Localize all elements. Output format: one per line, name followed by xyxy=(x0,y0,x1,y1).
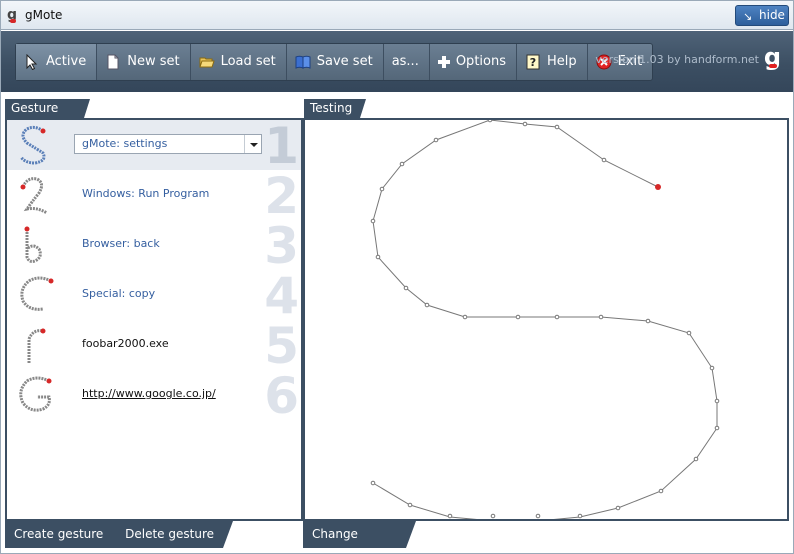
new-set-label: New set xyxy=(127,54,180,69)
trace-point xyxy=(515,314,521,320)
gesture-trace xyxy=(370,117,720,522)
plus-icon xyxy=(437,54,450,70)
trace-point xyxy=(424,302,430,308)
gesture-label: Browser: back xyxy=(82,237,160,250)
testing-canvas[interactable] xyxy=(303,117,789,522)
help-button[interactable]: ? Help xyxy=(517,44,588,80)
svg-text:?: ? xyxy=(530,56,536,69)
gesture-row-4[interactable]: Special: copy 4 xyxy=(7,267,301,325)
trace-point xyxy=(615,505,621,511)
trace-point xyxy=(686,330,692,336)
active-button[interactable]: Active xyxy=(16,44,98,80)
hide-button[interactable]: ↘ hide xyxy=(735,5,789,26)
testing-actions-bar: Change motion xyxy=(303,521,416,548)
toolbar: Active New set Load set Save set as... O… xyxy=(1,31,793,92)
trace-point xyxy=(714,425,720,431)
gesture-row-2[interactable]: Windows: Run Program 2 xyxy=(7,167,301,225)
trace-point xyxy=(554,124,560,130)
active-label: Active xyxy=(46,54,87,69)
gesture-action-select[interactable]: gMote: settings xyxy=(74,134,262,154)
trace-point xyxy=(601,157,607,163)
arrow-down-right-icon: ↘ xyxy=(743,10,753,23)
trace-point xyxy=(433,137,439,143)
gesture-row-6[interactable]: http://www.google.co.jp/ 6 xyxy=(7,367,301,425)
new-set-button[interactable]: New set xyxy=(97,44,191,80)
delete-gesture-button[interactable]: Delete gesture xyxy=(116,521,223,548)
options-button[interactable]: Options xyxy=(430,44,517,80)
trace-point xyxy=(379,186,385,192)
save-as-label: as... xyxy=(391,54,419,69)
trace-point xyxy=(658,488,664,494)
trace-point xyxy=(522,121,528,127)
trace-point xyxy=(370,480,376,486)
gesture-list: gMote: settings 1 Windows: Run Program 2… xyxy=(5,118,303,521)
trace-point xyxy=(370,218,376,224)
trace-point xyxy=(399,161,405,167)
gesture-label: Windows: Run Program xyxy=(82,187,210,200)
hide-label: hide xyxy=(759,8,785,22)
gesture-action-value: gMote: settings xyxy=(82,137,168,150)
save-as-button[interactable]: as... xyxy=(384,44,430,80)
create-gesture-button[interactable]: Create gesture xyxy=(5,521,112,548)
gesture-r-icon xyxy=(27,328,46,363)
gesture-row-3[interactable]: Browser: back 3 xyxy=(7,217,301,275)
change-motion-button[interactable]: Change motion xyxy=(303,521,406,554)
window-title: gMote xyxy=(25,8,63,22)
gesture-c-icon xyxy=(20,276,54,311)
cursor-icon xyxy=(24,54,40,70)
save-set-label: Save set xyxy=(316,54,373,69)
trace-point xyxy=(375,254,381,260)
gesture-link[interactable]: http://www.google.co.jp/ xyxy=(82,387,216,400)
load-set-button[interactable]: Load set xyxy=(191,44,287,80)
testing-tab: Testing xyxy=(304,99,366,118)
load-set-label: Load set xyxy=(220,54,276,69)
gesture-g-icon xyxy=(19,376,52,412)
gesture-row-1[interactable]: gMote: settings 1 xyxy=(7,120,301,175)
open-folder-icon xyxy=(198,54,215,70)
trace-point xyxy=(407,502,413,508)
gesture-s-icon xyxy=(19,125,46,165)
trace-point xyxy=(462,314,468,320)
trace-point xyxy=(554,314,560,320)
trace-point xyxy=(693,456,699,462)
trace-point xyxy=(447,513,453,519)
gesture-label: Special: copy xyxy=(82,287,156,300)
help-label: Help xyxy=(547,54,577,69)
chevron-down-icon[interactable] xyxy=(244,135,261,153)
trace-point xyxy=(490,513,496,519)
trace-start-point xyxy=(655,184,661,190)
gesture-actions-bar: Create gesture Delete gesture xyxy=(5,521,233,548)
gesture-label: foobar2000.exe xyxy=(82,337,169,350)
gesture-number: 6 xyxy=(264,367,299,425)
save-set-button[interactable]: Save set xyxy=(287,44,384,80)
trace-point xyxy=(598,314,604,320)
version-text: version 1.03 by handform.net xyxy=(595,53,759,66)
gmote-logo: g xyxy=(764,43,781,71)
options-label: Options xyxy=(455,54,506,69)
gesture-set-tab: Gesture set xyxy=(5,99,90,134)
trace-point xyxy=(645,318,651,324)
new-document-icon xyxy=(105,54,121,70)
app-logo-icon: g xyxy=(7,7,18,23)
trace-point xyxy=(577,513,583,519)
trace-point xyxy=(714,398,720,404)
gesture-2-icon xyxy=(20,177,48,215)
title-bar: g gMote ↘ hide xyxy=(0,0,794,30)
trace-point xyxy=(487,117,493,123)
gesture-b-icon xyxy=(24,226,42,263)
gesture-row-5[interactable]: foobar2000.exe 5 xyxy=(7,317,301,375)
help-icon: ? xyxy=(525,54,541,70)
trace-point xyxy=(535,513,541,519)
book-icon xyxy=(295,54,311,70)
trace-point xyxy=(709,365,715,371)
trace-point xyxy=(403,285,409,291)
toolbar-button-group: Active New set Load set Save set as... O… xyxy=(15,43,654,81)
